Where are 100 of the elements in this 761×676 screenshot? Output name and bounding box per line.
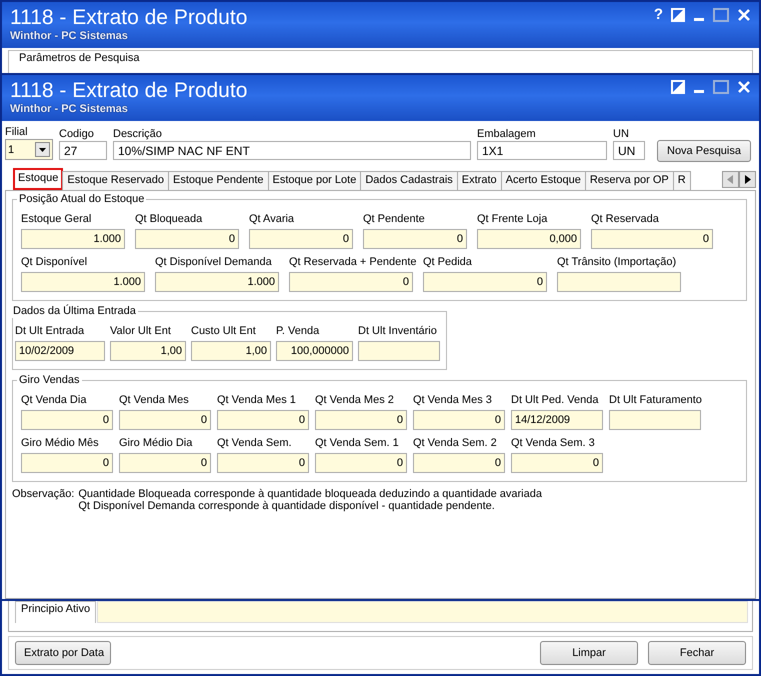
- input-field[interactable]: 0: [21, 410, 113, 430]
- field-label: Descrição: [113, 127, 163, 141]
- input-field[interactable]: 1X1: [477, 141, 607, 160]
- tab[interactable]: Dados Cadastrais: [360, 171, 458, 190]
- tab[interactable]: Reserva por OP: [584, 171, 674, 190]
- window-subtitle: Winthor - PC Sistemas: [10, 103, 129, 115]
- field-label: Qt Avaria: [249, 212, 296, 226]
- field-label: Qt Venda Sem. 3: [511, 436, 596, 450]
- input-field[interactable]: 14/12/2009: [511, 410, 603, 430]
- input-field[interactable]: 0: [591, 229, 713, 249]
- input-field[interactable]: 0: [289, 272, 413, 292]
- input-field[interactable]: 0: [21, 453, 113, 473]
- field-label: Qt Frente Loja: [477, 212, 548, 226]
- field-label: Qt Pedida: [423, 255, 473, 269]
- window-title: 1118 - Extrato de Produto: [10, 6, 248, 30]
- field-label: Qt Trânsito (Importação): [557, 255, 678, 269]
- tab[interactable]: Estoque Pendente: [168, 171, 269, 190]
- field-label: Dt Ult Ped. Venda: [511, 393, 600, 407]
- resize-icon[interactable]: [671, 80, 685, 94]
- input-field[interactable]: 0: [423, 272, 547, 292]
- field-label: P. Venda: [276, 324, 320, 338]
- caret-icon[interactable]: [35, 142, 50, 157]
- field-label: UN: [613, 127, 630, 141]
- dropdown[interactable]: 1: [5, 139, 53, 160]
- input-field[interactable]: 27: [59, 141, 107, 160]
- input-field[interactable]: UN: [613, 141, 645, 160]
- input-field[interactable]: 0: [217, 410, 309, 430]
- note-label: Observação:: [12, 488, 74, 502]
- field-label: Dt Ult Inventário: [358, 324, 438, 338]
- field-label: Qt Disponível: [21, 255, 88, 269]
- tab[interactable]: Estoque: [13, 168, 64, 190]
- field-label: Valor Ult Ent: [110, 324, 172, 338]
- input-field[interactable]: 0: [135, 229, 239, 249]
- help-button[interactable]: ?: [654, 7, 663, 23]
- action-button[interactable]: Fechar: [648, 641, 746, 665]
- group-title: Dados da Última Entrada: [11, 304, 138, 318]
- field-label: Custo Ult Ent: [191, 324, 257, 338]
- close-icon[interactable]: [737, 80, 751, 94]
- input-field[interactable]: 1.000: [21, 229, 125, 249]
- input-field[interactable]: 0: [511, 453, 603, 473]
- input-field[interactable]: 0: [413, 453, 505, 473]
- field-label: Giro Médio Dia: [119, 436, 194, 450]
- tab[interactable]: Acerto Estoque: [500, 171, 586, 190]
- tab[interactable]: Estoque Reservado: [62, 171, 169, 190]
- input-field[interactable]: 0: [363, 229, 467, 249]
- input-field[interactable]: 0: [249, 229, 353, 249]
- input-field[interactable]: [557, 272, 681, 292]
- maximize-icon[interactable]: [713, 80, 729, 94]
- input-field[interactable]: 1,00: [110, 341, 186, 361]
- field-label: Qt Venda Mes: [119, 393, 190, 407]
- scroll-right-icon[interactable]: [739, 170, 756, 188]
- note-text: Quantidade Bloqueada corresponde à quantidade bloqueada deduzindo a quantidade avariada: [78, 488, 542, 500]
- tab[interactable]: Principio Ativo: [15, 601, 96, 623]
- tab[interactable]: R: [672, 171, 691, 190]
- input-field[interactable]: 0: [119, 453, 211, 473]
- maximize-icon[interactable]: [713, 8, 729, 22]
- field-label: Qt Venda Sem. 1: [315, 436, 400, 450]
- field-label: Estoque Geral: [21, 212, 92, 226]
- input-field[interactable]: 1,00: [191, 341, 271, 361]
- input-field[interactable]: [358, 341, 440, 361]
- field-label: Qt Pendente: [363, 212, 426, 226]
- input-field[interactable]: 0: [119, 410, 211, 430]
- input-field[interactable]: 1.000: [21, 272, 145, 292]
- field-label: Qt Venda Sem. 2: [413, 436, 498, 450]
- field-label: Giro Médio Mês: [21, 436, 100, 450]
- input-field[interactable]: 0: [217, 453, 309, 473]
- field-label: Filial: [5, 125, 29, 139]
- input-field[interactable]: 0: [315, 453, 407, 473]
- field-label: Qt Venda Mes 1: [217, 393, 297, 407]
- note-text: Qt Disponível Demanda corresponde à quantidade disponível - quantidade pendente.: [78, 500, 496, 512]
- field-label: Codigo: [59, 127, 95, 141]
- input-field[interactable]: 100,000000: [276, 341, 353, 361]
- input-field[interactable]: 0,000: [477, 229, 581, 249]
- field-label: Qt Venda Dia: [21, 393, 88, 407]
- search-button[interactable]: Nova Pesquisa: [657, 140, 751, 162]
- group-title: Posição Atual do Estoque: [17, 192, 146, 206]
- input-field[interactable]: [609, 410, 701, 430]
- input-field[interactable]: 10/02/2009: [15, 341, 105, 361]
- field-label: Qt Reservada: [591, 212, 660, 226]
- window-title: 1118 - Extrato de Produto: [10, 79, 248, 103]
- tab[interactable]: Estoque por Lote: [268, 171, 362, 190]
- input-field[interactable]: 10%/SIMP NAC NF ENT: [113, 141, 471, 160]
- field-label: Dt Ult Faturamento: [609, 393, 701, 407]
- field-label: Dt Ult Entrada: [15, 324, 86, 338]
- field-label: Qt Bloqueada: [135, 212, 204, 226]
- input-field[interactable]: 1.000: [155, 272, 279, 292]
- extract-button[interactable]: Extrato por Data: [15, 641, 111, 665]
- field-label: Qt Venda Sem.: [217, 436, 293, 450]
- close-icon[interactable]: [737, 8, 751, 22]
- window-subtitle: Winthor - PC Sistemas: [10, 30, 129, 42]
- input-field[interactable]: 0: [315, 410, 407, 430]
- field-label: Qt Venda Mes 2: [315, 393, 395, 407]
- field-label: Qt Disponível Demanda: [155, 255, 273, 269]
- action-button[interactable]: Limpar: [540, 641, 638, 665]
- field-label: Qt Venda Mes 3: [413, 393, 493, 407]
- input-field[interactable]: 0: [413, 410, 505, 430]
- tab[interactable]: Extrato: [456, 171, 502, 190]
- field-label: Embalagem: [477, 127, 537, 141]
- resize-icon[interactable]: [671, 8, 685, 22]
- group-title: Parâmetros de Pesquisa: [17, 51, 142, 65]
